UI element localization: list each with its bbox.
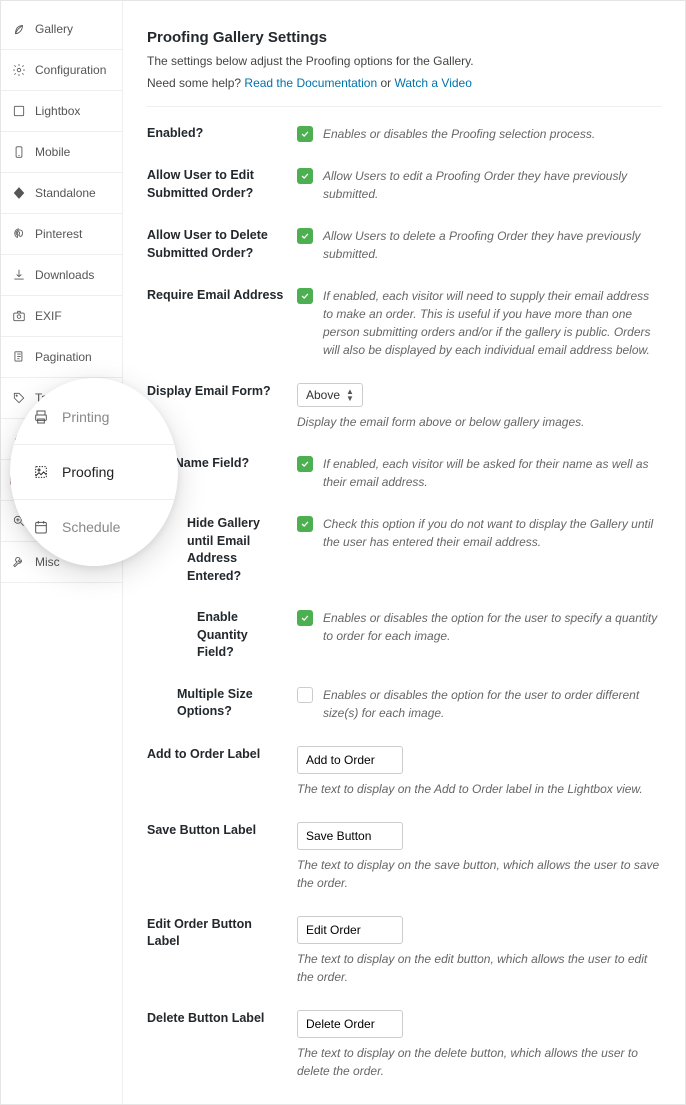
checkbox-require-email[interactable] <box>297 288 313 304</box>
sidebar-item-exif[interactable]: EXIF <box>1 296 122 337</box>
checkbox-multi-size[interactable] <box>297 687 313 703</box>
checkbox-allow-edit[interactable] <box>297 168 313 184</box>
sidebar-item-label: Configuration <box>35 63 106 77</box>
sidebar-item-label: Pinterest <box>35 227 82 241</box>
magnify-label: Schedule <box>62 519 120 535</box>
magnify-label: Proofing <box>62 464 114 480</box>
printer-icon <box>32 408 50 426</box>
setting-label: Hide Gallery until Email Address Entered… <box>147 515 297 585</box>
download-icon <box>11 267 27 283</box>
sidebar-item-label: Pagination <box>35 350 92 364</box>
setting-label: Delete Button Label <box>147 1010 297 1028</box>
sidebar-item-pinterest[interactable]: Pinterest <box>1 214 122 255</box>
sidebar-item-label: Gallery <box>35 22 73 36</box>
input-delete-button[interactable] <box>297 1010 403 1038</box>
setting-require-email: Require Email Address If enabled, each v… <box>147 287 661 359</box>
setting-desc: Enables or disables the option for the u… <box>323 686 661 722</box>
setting-label: Multiple Size Options? <box>147 686 297 721</box>
sidebar-item-downloads[interactable]: Downloads <box>1 255 122 296</box>
input-edit-button[interactable] <box>297 916 403 944</box>
phone-icon <box>11 144 27 160</box>
diamond-icon <box>11 185 27 201</box>
magnify-lens: Printing Proofing Schedule <box>10 378 178 566</box>
setting-add-to-order: Add to Order Label The text to display o… <box>147 746 661 798</box>
setting-add-name: Add Name Field? If enabled, each visitor… <box>147 455 661 491</box>
sidebar-item-configuration[interactable]: Configuration <box>1 50 122 91</box>
checkbox-enabled[interactable] <box>297 126 313 142</box>
setting-help: The text to display on the Add to Order … <box>297 780 661 798</box>
setting-label: Add to Order Label <box>147 746 297 764</box>
page-desc: The settings below adjust the Proofing o… <box>147 52 661 70</box>
page-title: Proofing Gallery Settings <box>147 29 661 46</box>
pages-icon <box>11 349 27 365</box>
video-link[interactable]: Watch a Video <box>395 76 472 90</box>
page-help: Need some help? Read the Documentation o… <box>147 74 661 92</box>
sidebar-item-label: EXIF <box>35 309 62 323</box>
setting-desc: If enabled, each visitor will need to su… <box>323 287 661 359</box>
setting-desc: Enables or disables the option for the u… <box>323 609 661 645</box>
leaf-icon <box>11 21 27 37</box>
setting-help: The text to display on the edit button, … <box>297 950 661 986</box>
pinterest-icon <box>11 226 27 242</box>
setting-label: Enabled? <box>147 125 297 143</box>
select-display-email[interactable]: Above▲▼ <box>297 383 363 407</box>
lightbox-icon <box>11 103 27 119</box>
setting-label: Save Button Label <box>147 822 297 840</box>
setting-save-button: Save Button Label The text to display on… <box>147 822 661 892</box>
setting-help: The text to display on the delete button… <box>297 1044 661 1080</box>
setting-desc: Allow Users to delete a Proofing Order t… <box>323 227 661 263</box>
sidebar-item-label: Downloads <box>35 268 94 282</box>
checkbox-allow-delete[interactable] <box>297 228 313 244</box>
gear-icon <box>11 62 27 78</box>
tag-icon <box>11 390 27 406</box>
doc-link[interactable]: Read the Documentation <box>244 76 377 90</box>
setting-label: Allow User to Delete Submitted Order? <box>147 227 297 262</box>
image-icon <box>32 463 50 481</box>
setting-hide-gallery: Hide Gallery until Email Address Entered… <box>147 515 661 585</box>
setting-desc: Enables or disables the Proofing selecti… <box>323 125 595 143</box>
setting-desc: Check this option if you do not want to … <box>323 515 661 551</box>
setting-help: The text to display on the save button, … <box>297 856 661 892</box>
setting-label: Display Email Form? <box>147 383 297 401</box>
magnify-item-proofing[interactable]: Proofing <box>10 445 178 500</box>
setting-edit-button: Edit Order Button Label The text to disp… <box>147 916 661 986</box>
main-content: Proofing Gallery Settings The settings b… <box>123 1 685 1104</box>
magnify-label: Printing <box>62 409 109 425</box>
sidebar-item-pagination[interactable]: Pagination <box>1 337 122 378</box>
input-add-to-order[interactable] <box>297 746 403 774</box>
setting-delete-button: Delete Button Label The text to display … <box>147 1010 661 1080</box>
setting-desc: Allow Users to edit a Proofing Order the… <box>323 167 661 203</box>
divider <box>147 106 661 107</box>
setting-quantity: Enable Quantity Field? Enables or disabl… <box>147 609 661 662</box>
setting-enabled: Enabled? Enables or disables the Proofin… <box>147 125 661 143</box>
sidebar-item-label: Misc <box>35 555 60 569</box>
wrench-icon <box>11 554 27 570</box>
camera-icon <box>11 308 27 324</box>
sidebar-item-label: Mobile <box>35 145 70 159</box>
checkbox-hide-gallery[interactable] <box>297 516 313 532</box>
checkbox-add-name[interactable] <box>297 456 313 472</box>
setting-label: Allow User to Edit Submitted Order? <box>147 167 297 202</box>
setting-label: Require Email Address <box>147 287 297 305</box>
setting-multi-size: Multiple Size Options? Enables or disabl… <box>147 686 661 722</box>
setting-display-email: Display Email Form? Above▲▼ Display the … <box>147 383 661 431</box>
setting-help: Display the email form above or below ga… <box>297 413 661 431</box>
sidebar-item-label: Lightbox <box>35 104 80 118</box>
setting-label: Enable Quantity Field? <box>147 609 297 662</box>
calendar-icon <box>32 518 50 536</box>
setting-allow-delete: Allow User to Delete Submitted Order? Al… <box>147 227 661 263</box>
checkbox-quantity[interactable] <box>297 610 313 626</box>
sidebar-item-mobile[interactable]: Mobile <box>1 132 122 173</box>
sidebar-item-lightbox[interactable]: Lightbox <box>1 91 122 132</box>
sidebar-item-label: Standalone <box>35 186 96 200</box>
chevron-updown-icon: ▲▼ <box>346 388 354 402</box>
setting-allow-edit: Allow User to Edit Submitted Order? Allo… <box>147 167 661 203</box>
setting-label: Edit Order Button Label <box>147 916 297 951</box>
sidebar-item-gallery[interactable]: Gallery <box>1 9 122 50</box>
sidebar-item-standalone[interactable]: Standalone <box>1 173 122 214</box>
setting-desc: If enabled, each visitor will be asked f… <box>323 455 661 491</box>
input-save-button[interactable] <box>297 822 403 850</box>
